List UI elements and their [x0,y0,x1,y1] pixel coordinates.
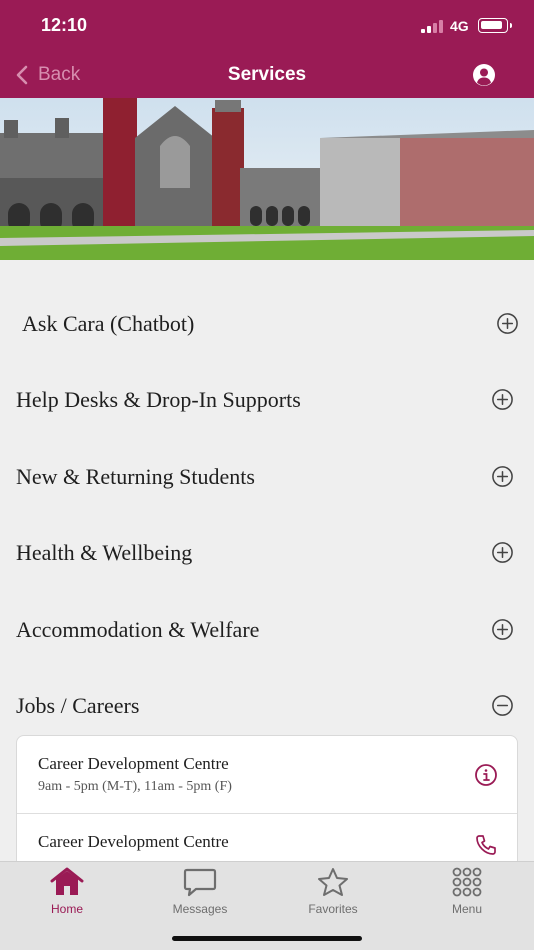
accordion-item-accommodation[interactable]: Accommodation & Welfare [0,591,534,667]
battery-icon [478,18,512,33]
accordion-label: Jobs / Careers [16,692,140,718]
accordion-label: New & Returning Students [16,463,255,489]
chat-bubble-icon [183,868,217,897]
accordion-label: Help Desks & Drop-In Supports [16,387,301,413]
list-item[interactable]: Career Development Centre 9am - 5pm (M-T… [17,736,517,814]
network-type: 4G [450,18,469,34]
phone-icon[interactable] [474,833,498,857]
tab-label: Messages [172,902,228,916]
accordion-item-jobs-careers[interactable]: Jobs / Careers [0,667,534,743]
tab-label: Favorites [308,902,358,916]
home-icon [50,867,84,895]
status-bar: 12:10 4G [0,0,534,50]
accordion-item-health-wellbeing[interactable]: Health & Wellbeing [0,514,534,590]
accordion-item-help-desks[interactable]: Help Desks & Drop-In Supports [0,361,534,437]
nav-bar: Back Services [0,50,534,98]
profile-icon[interactable] [472,63,496,87]
grid-icon [452,867,482,897]
accordion-label: Health & Wellbeing [16,540,193,566]
plus-circle-icon [492,618,513,640]
plus-circle-icon [492,465,513,487]
accordion-label: Accommodation & Welfare [16,616,260,642]
tab-messages[interactable]: Messages [133,867,267,923]
tab-menu[interactable]: Menu [400,867,534,923]
tab-label: Home [50,902,83,916]
info-icon[interactable] [474,763,498,787]
plus-circle-icon [497,313,518,334]
services-accordion: Ask Cara (Chatbot) Help Desks & Drop-In … [0,285,534,743]
service-hours: 9am - 5pm (M-T), 11am - 5pm (F) [38,779,232,794]
service-title: Career Development Centre [38,832,229,851]
minus-circle-icon [492,695,513,716]
tab-favorites[interactable]: Favorites [266,867,400,923]
service-title: Career Development Centre [38,754,229,773]
plus-circle-icon [492,389,513,411]
campus-hero-image [0,98,534,260]
status-time: 12:10 [41,15,88,35]
tab-home[interactable]: Home [0,867,134,923]
star-icon [318,868,348,896]
home-indicator [172,936,362,941]
page-title: Services [227,64,307,85]
accordion-label: Ask Cara (Chatbot) [22,311,195,336]
plus-circle-icon [492,542,513,564]
accordion-item-ask-cara[interactable]: Ask Cara (Chatbot) [0,285,534,361]
accordion-item-new-returning[interactable]: New & Returning Students [0,438,534,514]
tab-label: Menu [451,902,483,916]
signal-icon [421,20,443,33]
